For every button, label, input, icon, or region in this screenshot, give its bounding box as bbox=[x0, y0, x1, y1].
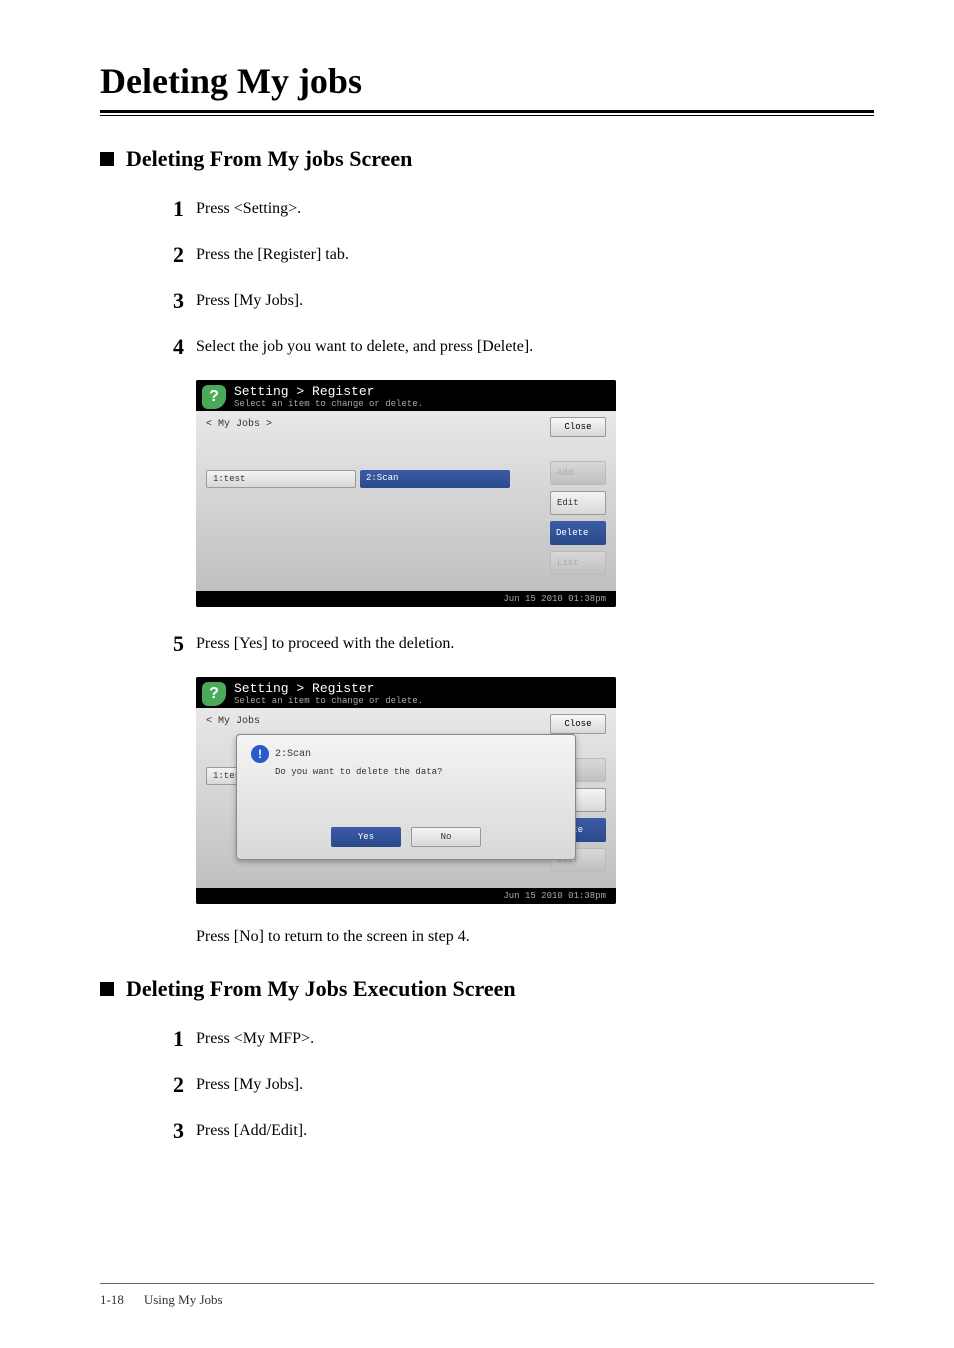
confirm-dialog: ! 2:Scan Do you want to delete the data?… bbox=[236, 734, 576, 860]
close-button[interactable]: Close bbox=[550, 714, 606, 734]
step-text: Select the job you want to delete, and p… bbox=[196, 334, 533, 360]
job-list: 1:test 2:Scan bbox=[206, 470, 606, 488]
chapter-name: Using My Jobs bbox=[144, 1292, 223, 1308]
yes-button[interactable]: Yes bbox=[331, 827, 401, 847]
no-button[interactable]: No bbox=[411, 827, 481, 847]
step-1-3: 3 Press [My Jobs]. bbox=[154, 288, 874, 314]
add-button: Add bbox=[550, 461, 606, 485]
job-item-scan[interactable]: 2:Scan bbox=[360, 470, 510, 488]
list-button: List bbox=[550, 551, 606, 575]
header-subtitle: Select an item to change or delete. bbox=[234, 399, 423, 409]
page-footer: 1-18 Using My Jobs bbox=[100, 1283, 874, 1308]
step-1-5: 5 Press [Yes] to proceed with the deleti… bbox=[154, 631, 874, 657]
step-text: Press [My Jobs]. bbox=[196, 288, 303, 314]
section-heading-1-text: Deleting From My jobs Screen bbox=[126, 146, 412, 172]
step-text: Press <Setting>. bbox=[196, 196, 301, 222]
my-jobs-label: < My Jobs > bbox=[206, 419, 606, 430]
edit-button[interactable]: Edit bbox=[550, 491, 606, 515]
step-text: Press [Yes] to proceed with the deletion… bbox=[196, 631, 454, 657]
page-title: Deleting My jobs bbox=[100, 60, 874, 102]
help-icon[interactable]: ? bbox=[202, 682, 226, 706]
screen-timestamp: Jun 15 2010 01:38pm bbox=[196, 888, 616, 904]
followup-note: Press [No] to return to the screen in st… bbox=[196, 928, 874, 946]
device-screenshot-1: ? Setting > Register Select an item to c… bbox=[196, 380, 874, 607]
info-icon: ! bbox=[251, 745, 269, 763]
step-1-2: 2 Press the [Register] tab. bbox=[154, 242, 874, 268]
breadcrumb: Setting > Register bbox=[234, 384, 423, 399]
screen-body: < My Jobs Close 1:test dd dit elete List… bbox=[196, 708, 616, 888]
help-icon[interactable]: ? bbox=[202, 385, 226, 409]
step-2-1: 1 Press <My MFP>. bbox=[154, 1026, 874, 1052]
dialog-buttons: Yes No bbox=[251, 827, 561, 847]
device-screenshot-2: ? Setting > Register Select an item to c… bbox=[196, 677, 874, 904]
step-number: 1 bbox=[154, 196, 184, 222]
step-number: 3 bbox=[154, 1118, 184, 1144]
step-number: 4 bbox=[154, 334, 184, 360]
close-button[interactable]: Close bbox=[550, 417, 606, 437]
title-rule-thick bbox=[100, 110, 874, 113]
step-number: 1 bbox=[154, 1026, 184, 1052]
section-heading-2-text: Deleting From My Jobs Execution Screen bbox=[126, 976, 516, 1002]
screen-header: ? Setting > Register Select an item to c… bbox=[196, 380, 616, 411]
breadcrumb: Setting > Register bbox=[234, 681, 423, 696]
step-text: Press [My Jobs]. bbox=[196, 1072, 303, 1098]
screen-header: ? Setting > Register Select an item to c… bbox=[196, 677, 616, 708]
step-text: Press [Add/Edit]. bbox=[196, 1118, 307, 1144]
header-subtitle: Select an item to change or delete. bbox=[234, 696, 423, 706]
step-text: Press <My MFP>. bbox=[196, 1026, 314, 1052]
step-1-1: 1 Press <Setting>. bbox=[154, 196, 874, 222]
screen-timestamp: Jun 15 2010 01:38pm bbox=[196, 591, 616, 607]
delete-button[interactable]: Delete bbox=[550, 521, 606, 545]
section-heading-1: Deleting From My jobs Screen bbox=[100, 146, 874, 172]
screen-body: < My Jobs > Close 1:test 2:Scan Add Edit… bbox=[196, 411, 616, 591]
step-1-4: 4 Select the job you want to delete, and… bbox=[154, 334, 874, 360]
square-bullet-icon bbox=[100, 982, 114, 996]
section-heading-2: Deleting From My Jobs Execution Screen bbox=[100, 976, 874, 1002]
job-item-test[interactable]: 1:test bbox=[206, 470, 356, 488]
step-2-2: 2 Press [My Jobs]. bbox=[154, 1072, 874, 1098]
page-number: 1-18 bbox=[100, 1292, 124, 1308]
step-number: 2 bbox=[154, 242, 184, 268]
my-jobs-label: < My Jobs bbox=[206, 716, 606, 727]
title-rule-thin bbox=[100, 115, 874, 116]
dialog-title: 2:Scan bbox=[275, 749, 311, 760]
step-number: 2 bbox=[154, 1072, 184, 1098]
dialog-message: Do you want to delete the data? bbox=[275, 767, 561, 777]
step-2-3: 3 Press [Add/Edit]. bbox=[154, 1118, 874, 1144]
side-buttons: Add Edit Delete List bbox=[550, 461, 606, 575]
square-bullet-icon bbox=[100, 152, 114, 166]
step-number: 5 bbox=[154, 631, 184, 657]
step-number: 3 bbox=[154, 288, 184, 314]
step-text: Press the [Register] tab. bbox=[196, 242, 349, 268]
